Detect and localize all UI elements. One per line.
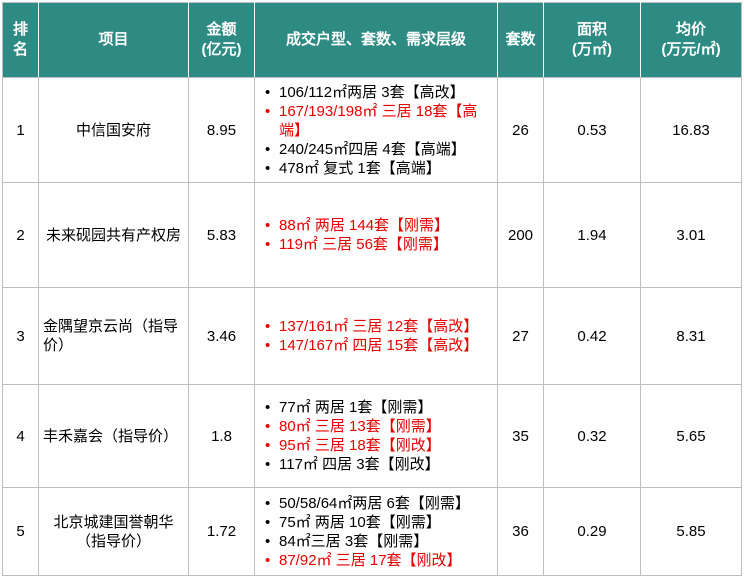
- header-amount: 金额 (亿元): [188, 2, 255, 78]
- units-cell: 200: [497, 182, 544, 288]
- project-name-cell: 金隅望京云尚（指导价）: [38, 287, 189, 385]
- deal-details-list: 88㎡ 两居 144套【刚需】 119㎡ 三居 56套【刚需】: [259, 216, 493, 254]
- units-cell: 27: [497, 287, 544, 385]
- units-cell: 36: [497, 487, 544, 576]
- deal-detail-item: 80㎡ 三居 13套【刚需】: [259, 417, 493, 436]
- table-row: 1 中信国安府 8.95 106/112㎡两居 3套【高改】 167/193/1…: [2, 77, 742, 183]
- avg-price-cell: 3.01: [640, 182, 742, 288]
- area-cell: 0.53: [543, 77, 641, 183]
- deal-detail-item: 106/112㎡两居 3套【高改】: [259, 83, 493, 102]
- deal-detail-item: 478㎡ 复式 1套【高端】: [259, 159, 493, 178]
- deal-detail-item: 75㎡ 两居 10套【刚需】: [259, 513, 493, 532]
- amount-cell: 5.83: [188, 182, 255, 288]
- deal-details-list: 77㎡ 两居 1套【刚需】 80㎡ 三居 13套【刚需】 95㎡ 三居 18套【…: [259, 398, 493, 474]
- deal-detail-item: 240/245㎡四居 4套【高端】: [259, 140, 493, 159]
- amount-cell: 1.8: [188, 384, 255, 488]
- deal-detail-item: 50/58/64㎡两居 6套【刚需】: [259, 494, 493, 513]
- header-area: 面积 (万㎡): [543, 2, 641, 78]
- deal-detail-item: 137/161㎡ 三居 12套【高改】: [259, 317, 493, 336]
- avg-price-cell: 16.83: [640, 77, 742, 183]
- deal-detail-item: 77㎡ 两居 1套【刚需】: [259, 398, 493, 417]
- header-avg-price: 均价 (万元/㎡): [640, 2, 742, 78]
- deal-detail-item: 119㎡ 三居 56套【刚需】: [259, 235, 493, 254]
- avg-price-cell: 5.65: [640, 384, 742, 488]
- deal-details-cell: 106/112㎡两居 3套【高改】 167/193/198㎡ 三居 18套【高端…: [254, 77, 498, 183]
- rank-cell: 3: [2, 287, 39, 385]
- header-project: 项目: [38, 2, 189, 78]
- rank-cell: 2: [2, 182, 39, 288]
- area-cell: 0.42: [543, 287, 641, 385]
- deal-detail-item: 117㎡ 四居 3套【刚改】: [259, 455, 493, 474]
- area-cell: 1.94: [543, 182, 641, 288]
- deal-detail-item: 167/193/198㎡ 三居 18套【高端】: [259, 102, 493, 140]
- amount-cell: 1.72: [188, 487, 255, 576]
- deal-detail-item: 88㎡ 两居 144套【刚需】: [259, 216, 493, 235]
- project-name-cell: 中信国安府: [38, 77, 189, 183]
- area-cell: 0.29: [543, 487, 641, 576]
- deal-details-cell: 77㎡ 两居 1套【刚需】 80㎡ 三居 13套【刚需】 95㎡ 三居 18套【…: [254, 384, 498, 488]
- deal-detail-item: 87/92㎡ 三居 17套【刚改】: [259, 551, 493, 570]
- deal-details-cell: 50/58/64㎡两居 6套【刚需】 75㎡ 两居 10套【刚需】 84㎡三居 …: [254, 487, 498, 576]
- deal-detail-item: 95㎡ 三居 18套【刚改】: [259, 436, 493, 455]
- table-row: 2 未来砚园共有产权房 5.83 88㎡ 两居 144套【刚需】 119㎡ 三居…: [2, 182, 742, 288]
- header-units: 套数: [497, 2, 544, 78]
- header-row: 排名 项目 金额 (亿元) 成交户型、套数、需求层级 套数 面积 (万㎡) 均价…: [2, 2, 742, 78]
- units-cell: 35: [497, 384, 544, 488]
- rank-cell: 5: [2, 487, 39, 576]
- table-row: 4 丰禾嘉会（指导价） 1.8 77㎡ 两居 1套【刚需】 80㎡ 三居 13套…: [2, 384, 742, 488]
- project-name-cell: 未来砚园共有产权房: [38, 182, 189, 288]
- header-deal-details: 成交户型、套数、需求层级: [254, 2, 498, 78]
- rank-cell: 4: [2, 384, 39, 488]
- units-cell: 26: [497, 77, 544, 183]
- sales-ranking-table: 排名 项目 金额 (亿元) 成交户型、套数、需求层级 套数 面积 (万㎡) 均价…: [2, 2, 742, 576]
- header-rank: 排名: [2, 2, 39, 78]
- amount-cell: 3.46: [188, 287, 255, 385]
- deal-details-list: 137/161㎡ 三居 12套【高改】 147/167㎡ 四居 15套【高改】: [259, 317, 493, 355]
- deal-details-list: 50/58/64㎡两居 6套【刚需】 75㎡ 两居 10套【刚需】 84㎡三居 …: [259, 494, 493, 570]
- deal-details-list: 106/112㎡两居 3套【高改】 167/193/198㎡ 三居 18套【高端…: [259, 83, 493, 178]
- table-row: 3 金隅望京云尚（指导价） 3.46 137/161㎡ 三居 12套【高改】 1…: [2, 287, 742, 385]
- rank-cell: 1: [2, 77, 39, 183]
- table-row: 5 北京城建国誉朝华（指导价） 1.72 50/58/64㎡两居 6套【刚需】 …: [2, 487, 742, 576]
- project-name-cell: 北京城建国誉朝华（指导价）: [38, 487, 189, 576]
- amount-cell: 8.95: [188, 77, 255, 183]
- deal-detail-item: 147/167㎡ 四居 15套【高改】: [259, 336, 493, 355]
- deal-details-cell: 137/161㎡ 三居 12套【高改】 147/167㎡ 四居 15套【高改】: [254, 287, 498, 385]
- area-cell: 0.32: [543, 384, 641, 488]
- avg-price-cell: 5.85: [640, 487, 742, 576]
- deal-details-cell: 88㎡ 两居 144套【刚需】 119㎡ 三居 56套【刚需】: [254, 182, 498, 288]
- deal-detail-item: 84㎡三居 3套【刚需】: [259, 532, 493, 551]
- avg-price-cell: 8.31: [640, 287, 742, 385]
- project-name-cell: 丰禾嘉会（指导价）: [38, 384, 189, 488]
